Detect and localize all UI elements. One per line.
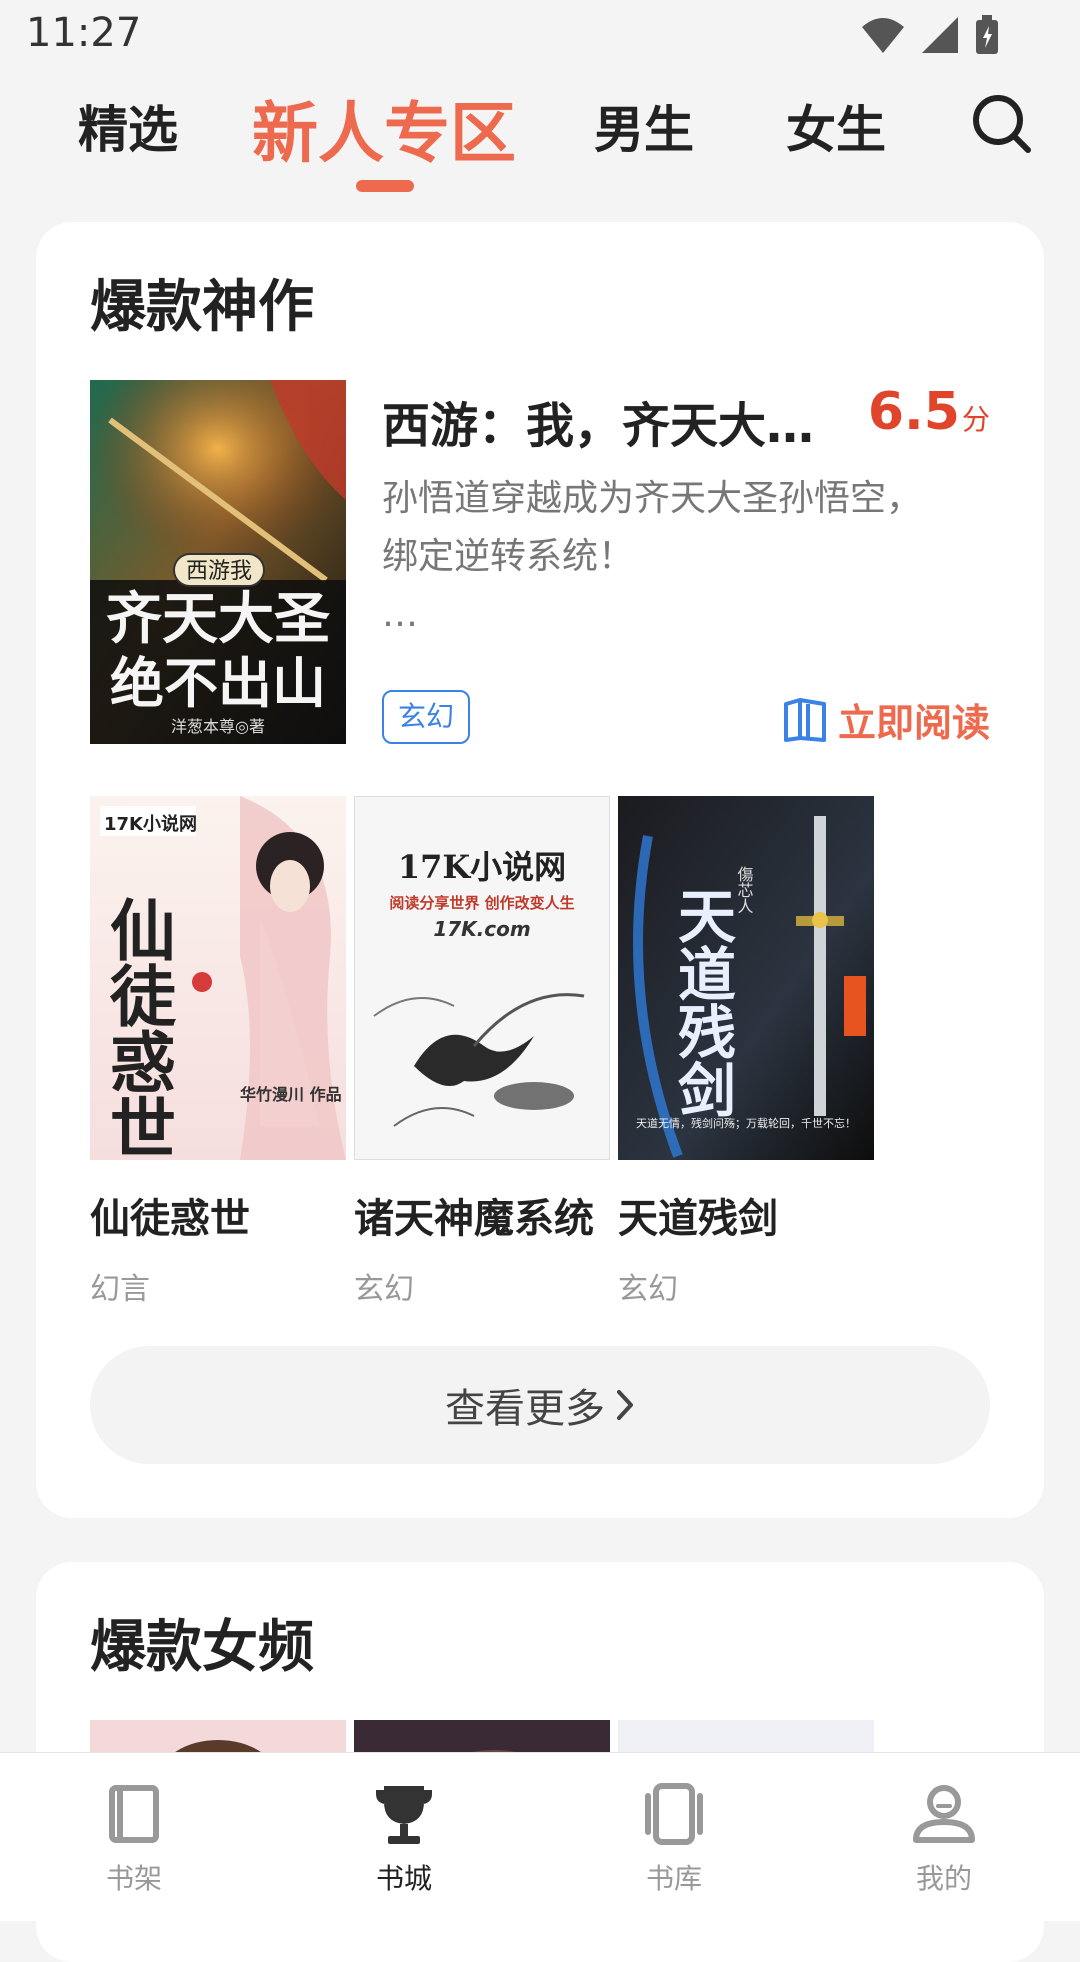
featured-cover-text-sub: 绝不出山	[110, 651, 326, 715]
featured-cover-text-top: 西游我	[186, 559, 252, 584]
nav-label: 书城	[375, 1862, 432, 1895]
book-cover[interactable]: 17K小说网 仙徒惑世 华竹漫川 作品	[90, 796, 346, 1160]
hot-books-section: 爆款神作 西游我 齐天大圣 绝不出山 洋葱本尊◎著 西游：我，齐天大… 6.5分	[36, 222, 1044, 1518]
book-genre: 玄幻	[354, 1272, 414, 1307]
nav-library[interactable]: 书库	[604, 1779, 744, 1897]
featured-book-cover[interactable]: 西游我 齐天大圣 绝不出山 洋葱本尊◎著	[90, 380, 346, 744]
score-unit: 分	[961, 403, 990, 436]
battery-icon	[976, 15, 998, 54]
nav-mine[interactable]: 我的	[874, 1779, 1014, 1897]
trophy-icon	[376, 1786, 432, 1844]
description-ellipsis: …	[382, 594, 418, 635]
bottom-navigation: 书架 书城 书库 我的	[0, 1752, 1080, 1921]
status-bar: 11:27	[0, 0, 1080, 70]
tab-newcomer[interactable]: 新人专区	[252, 80, 516, 176]
cover-slogan: 阅读分享世界 创作改变人生	[389, 894, 574, 912]
cover-author: 傷芯人	[735, 866, 754, 914]
book-card[interactable]: 天道残剑 傷芯人 天道无情，残剑问殇；万载轮回，千世不忘！ 天道残剑 玄幻	[618, 796, 874, 1308]
top-tab-bar: 精选 新人专区 男生 女生	[0, 80, 1080, 220]
nav-bookstore[interactable]: 书城	[334, 1779, 474, 1897]
active-tab-indicator	[356, 180, 414, 192]
section-title: 爆款神作	[90, 274, 314, 340]
book-title[interactable]: 诸天神魔系统	[354, 1186, 610, 1244]
search-icon[interactable]	[970, 92, 1034, 156]
view-more-label: 查看更多	[445, 1386, 605, 1432]
featured-cover-text-main: 齐天大圣	[106, 586, 330, 652]
featured-book-score: 6.5分	[868, 382, 990, 442]
status-icons	[860, 14, 1000, 56]
cover-title: 17K小说网	[398, 848, 566, 886]
book-genre: 幻言	[90, 1272, 150, 1307]
tab-female[interactable]: 女生	[786, 90, 886, 162]
user-icon	[913, 1785, 975, 1843]
description-line-2: 绑定逆转系统！	[382, 536, 635, 577]
signal-icon	[922, 17, 958, 53]
section-title: 爆款女频	[90, 1614, 314, 1680]
book-title[interactable]: 天道残剑	[618, 1186, 874, 1244]
book-cover[interactable]: 天道残剑 傷芯人 天道无情，残剑问殇；万载轮回，千世不忘！	[618, 796, 874, 1160]
tablet-icon	[645, 1783, 703, 1845]
nav-label: 我的	[915, 1862, 972, 1895]
book-card[interactable]: 17K小说网 仙徒惑世 华竹漫川 作品 仙徒惑世 幻言	[90, 796, 346, 1308]
book-cover[interactable]: 17K小说网 阅读分享世界 创作改变人生 17K.com	[353, 795, 611, 1161]
book-genre: 玄幻	[618, 1272, 678, 1307]
cover-tagline: 天道无情，残剑问殇；万载轮回，千世不忘！	[636, 1117, 856, 1130]
cover-brand: 17K小说网	[104, 813, 197, 835]
view-more-button[interactable]: 查看更多	[90, 1346, 990, 1464]
featured-book-title[interactable]: 西游：我，齐天大…	[382, 386, 814, 456]
cover-title: 天道残剑	[668, 886, 736, 1118]
book-open-icon	[783, 697, 826, 742]
tab-featured[interactable]: 精选	[78, 90, 178, 162]
description-line-1: 孙悟道穿越成为齐天大圣孙悟空，	[382, 478, 923, 519]
cover-title: 仙徒惑世	[99, 896, 177, 1160]
wifi-icon	[862, 18, 904, 53]
cover-author: 华竹漫川 作品	[240, 1085, 342, 1104]
bookshelf-icon	[109, 1785, 159, 1843]
tab-male[interactable]: 男生	[594, 90, 694, 162]
nav-bookshelf[interactable]: 书架	[64, 1779, 204, 1897]
book-title[interactable]: 仙徒惑世	[90, 1186, 346, 1244]
featured-book-description: 孙悟道穿越成为齐天大圣孙悟空， 绑定逆转系统！ …	[382, 470, 982, 644]
read-now-button[interactable]: 立即阅读	[782, 692, 990, 747]
featured-cover-author: 洋葱本尊◎著	[171, 717, 265, 736]
score-value: 6.5	[867, 382, 960, 442]
chevron-right-icon	[617, 1390, 633, 1420]
genre-tag[interactable]: 玄幻	[382, 690, 471, 744]
nav-label: 书架	[105, 1862, 162, 1895]
book-card[interactable]: 17K小说网 阅读分享世界 创作改变人生 17K.com 诸天神魔系统 玄幻	[353, 795, 611, 1308]
nav-label: 书库	[645, 1862, 702, 1895]
status-time: 11:27	[26, 10, 142, 56]
cover-brand: 17K.com	[433, 917, 530, 941]
read-now-label: 立即阅读	[837, 701, 990, 745]
